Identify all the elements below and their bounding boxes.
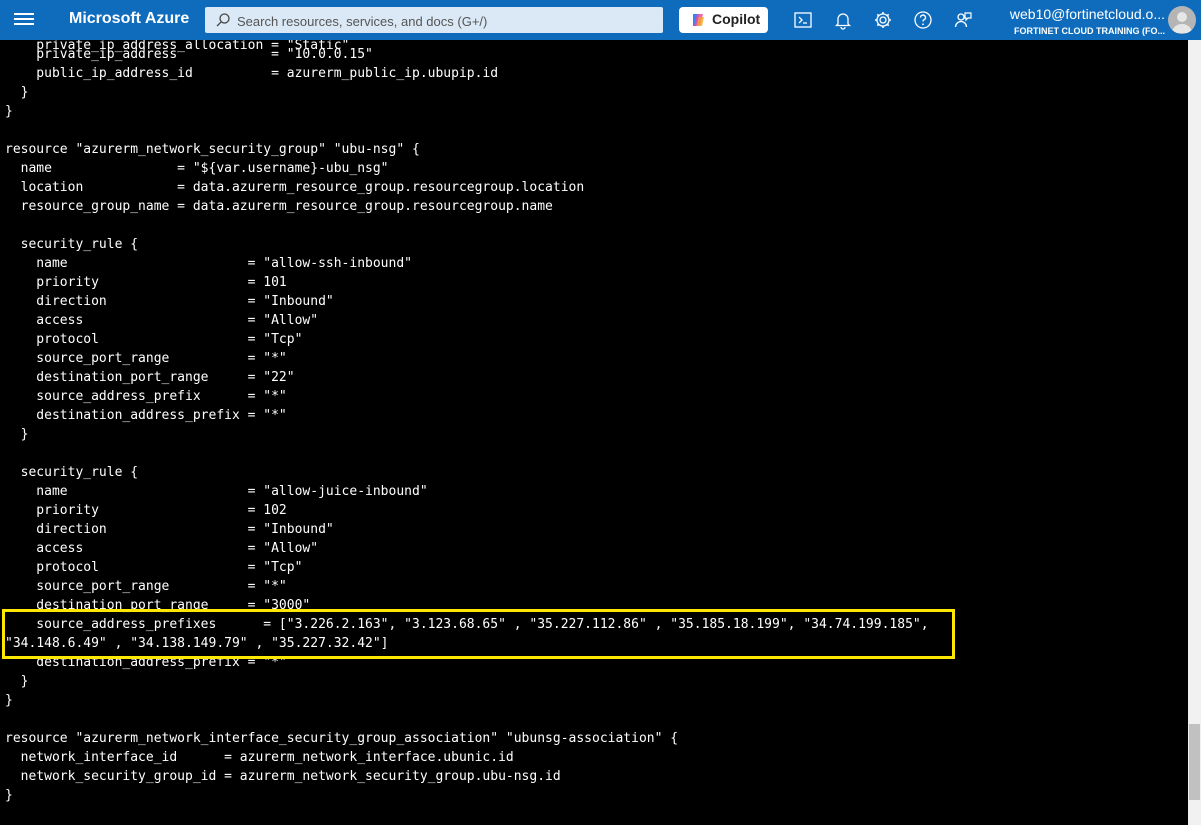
code-line: name = "allow-juice-inbound" xyxy=(5,484,428,499)
code-line: } xyxy=(5,85,29,100)
code-line: name = "${var.username}-ubu_nsg" xyxy=(5,161,389,176)
feedback-icon[interactable] xyxy=(953,10,973,30)
code-line: access = "Allow" xyxy=(5,313,319,328)
user-avatar-icon xyxy=(1172,12,1192,33)
code-line: priority = 101 xyxy=(5,275,287,290)
code-line: access = "Allow" xyxy=(5,541,319,556)
code-line: network_interface_id = azurerm_network_i… xyxy=(5,750,514,765)
code-line: } xyxy=(5,788,13,803)
avatar[interactable] xyxy=(1168,6,1196,34)
cloud-shell-icon[interactable] xyxy=(793,10,813,30)
code-line: } xyxy=(5,693,13,708)
azure-top-bar: Microsoft Azure Copilot xyxy=(0,0,1201,40)
search-input[interactable] xyxy=(235,9,659,33)
code-line: public_ip_address_id = azurerm_public_ip… xyxy=(5,66,499,81)
search-box[interactable] xyxy=(205,7,663,33)
account-user: web10@fortinetcloud.o... xyxy=(1009,6,1165,22)
code-line: location = data.azurerm_resource_group.r… xyxy=(5,180,585,195)
code-line: } xyxy=(5,104,13,119)
code-line: security_rule { xyxy=(5,465,139,480)
code-line: direction = "Inbound" xyxy=(5,522,334,537)
code-line: destination_address_prefix = "*" xyxy=(5,408,287,423)
scrollbar-thumb[interactable] xyxy=(1189,724,1200,800)
code-line: resource_group_name = data.azurerm_resou… xyxy=(5,199,553,214)
gear-icon[interactable] xyxy=(873,10,893,30)
code-line: protocol = "Tcp" xyxy=(5,560,303,575)
code-line-highlighted: "34.148.6.49" , "34.138.149.79" , "35.22… xyxy=(5,636,389,651)
help-icon[interactable] xyxy=(913,10,933,30)
code-line: destination_port_range = "3000" xyxy=(5,598,311,613)
terminal-editor[interactable]: private_ip_address_allocation = "Static"… xyxy=(0,40,1188,825)
code-line: security_rule { xyxy=(5,237,139,252)
code-line: protocol = "Tcp" xyxy=(5,332,303,347)
account-org: FORTINET CLOUD TRAINING (FO... xyxy=(1014,26,1165,36)
code-line: source_port_range = "*" xyxy=(5,351,287,366)
code-line: source_address_prefix = "*" xyxy=(5,389,287,404)
bell-icon[interactable] xyxy=(833,10,853,30)
copilot-label: Copilot xyxy=(712,11,761,27)
account-info[interactable]: web10@fortinetcloud.o... FORTINET CLOUD … xyxy=(1000,5,1165,38)
code-line: source_port_range = "*" xyxy=(5,579,287,594)
copilot-icon xyxy=(693,14,704,26)
code-line: } xyxy=(5,427,29,442)
code-line: destination_port_range = "22" xyxy=(5,370,295,385)
brand-title[interactable]: Microsoft Azure xyxy=(69,10,189,28)
code-line: network_security_group_id = azurerm_netw… xyxy=(5,769,561,784)
menu-icon[interactable] xyxy=(14,11,34,29)
copilot-button[interactable]: Copilot xyxy=(679,7,768,33)
code-line: resource "azurerm_network_interface_secu… xyxy=(5,731,679,746)
code-line: } xyxy=(5,674,29,689)
code-line: name = "allow-ssh-inbound" xyxy=(5,256,412,271)
vertical-scrollbar[interactable] xyxy=(1188,40,1201,825)
code-line: resource "azurerm_network_security_group… xyxy=(5,142,420,157)
search-icon xyxy=(216,13,230,27)
code-line: direction = "Inbound" xyxy=(5,294,334,309)
code-line: private_ip_address = "10.0.0.15" xyxy=(5,47,373,62)
code-line-highlighted: source_address_prefixes = ["3.226.2.163"… xyxy=(5,617,929,632)
code-line: priority = 102 xyxy=(5,503,287,518)
code-line: destination_address_prefix = "*" xyxy=(5,655,287,670)
